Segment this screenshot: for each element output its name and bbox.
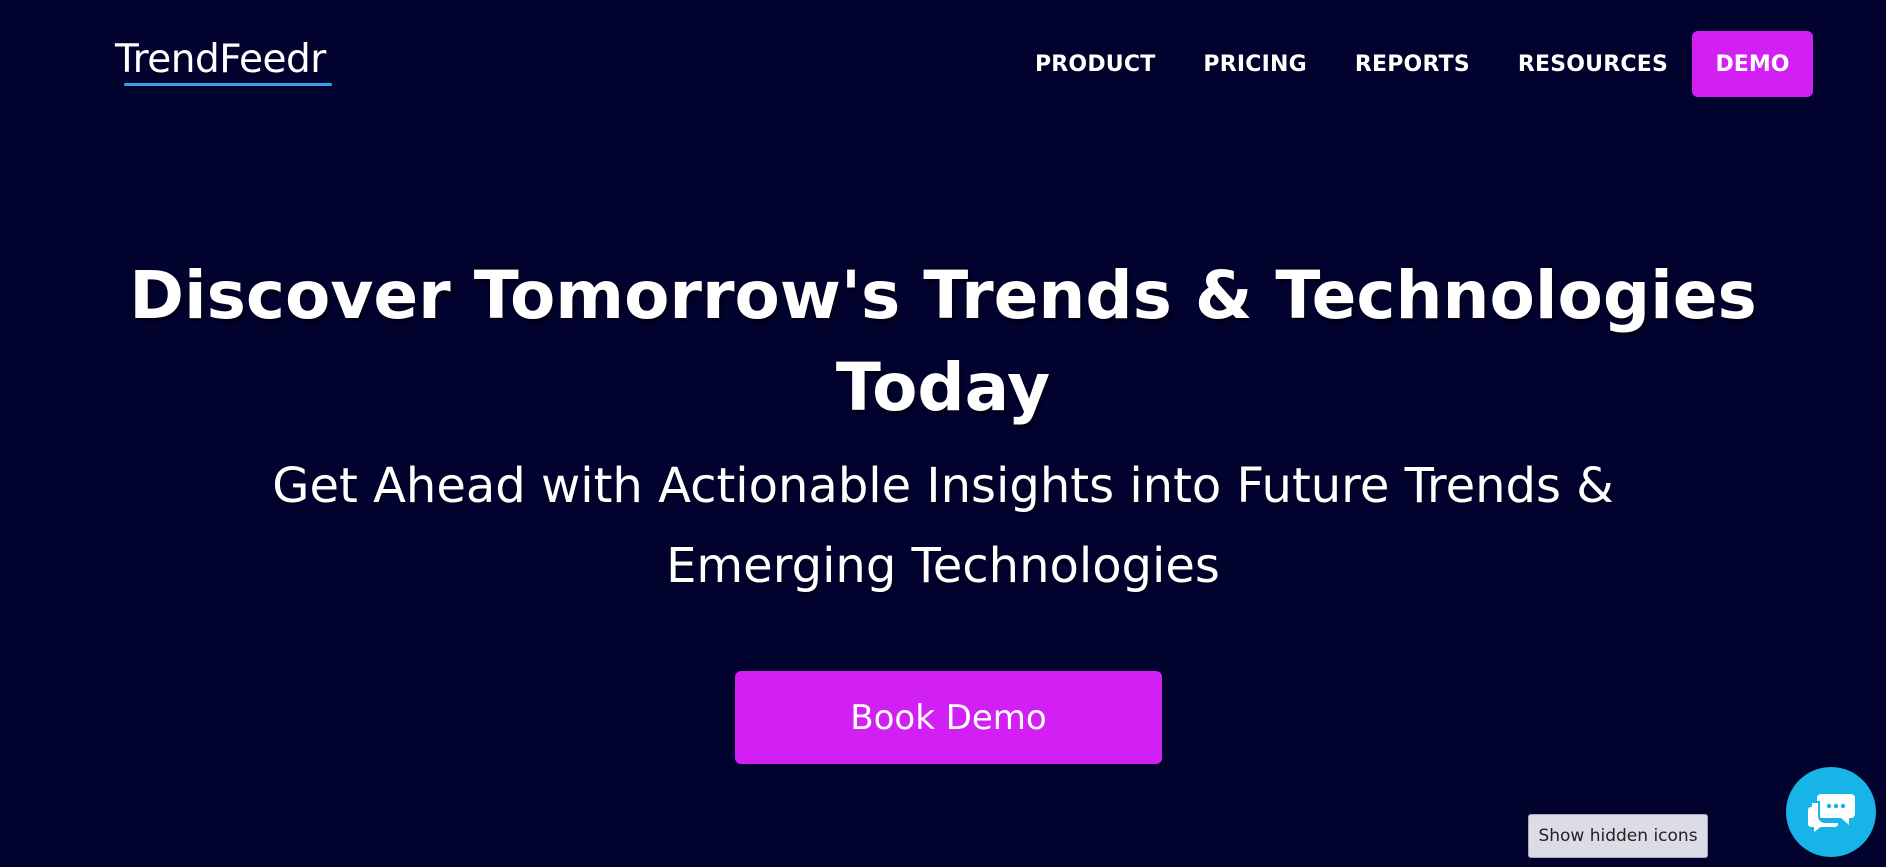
chat-button[interactable]: [1786, 767, 1876, 857]
nav-demo-button[interactable]: DEMO: [1692, 31, 1813, 97]
nav-product[interactable]: PRODUCT: [1035, 52, 1155, 77]
nav-reports[interactable]: REPORTS: [1355, 52, 1470, 77]
book-demo-button[interactable]: Book Demo: [735, 671, 1162, 764]
nav-pricing[interactable]: PRICING: [1203, 52, 1306, 77]
nav-resources[interactable]: RESOURCES: [1518, 52, 1668, 77]
main-nav: PRODUCT PRICING REPORTS RESOURCES DEMO: [1035, 31, 1813, 97]
hero-subtitle: Get Ahead with Actionable Insights into …: [272, 458, 1614, 594]
logo-underline: [124, 83, 332, 86]
chat-bubbles-icon: [1806, 794, 1855, 834]
show-hidden-icons-tooltip: Show hidden icons: [1528, 814, 1708, 858]
logo[interactable]: TrendFeedr: [115, 38, 332, 90]
logo-text: TrendFeedr: [115, 37, 326, 82]
hero-title: Discover Tomorrow's Trends & Technologie…: [129, 257, 1757, 426]
page: TrendFeedr PRODUCT PRICING REPORTS RESOU…: [0, 0, 1886, 867]
